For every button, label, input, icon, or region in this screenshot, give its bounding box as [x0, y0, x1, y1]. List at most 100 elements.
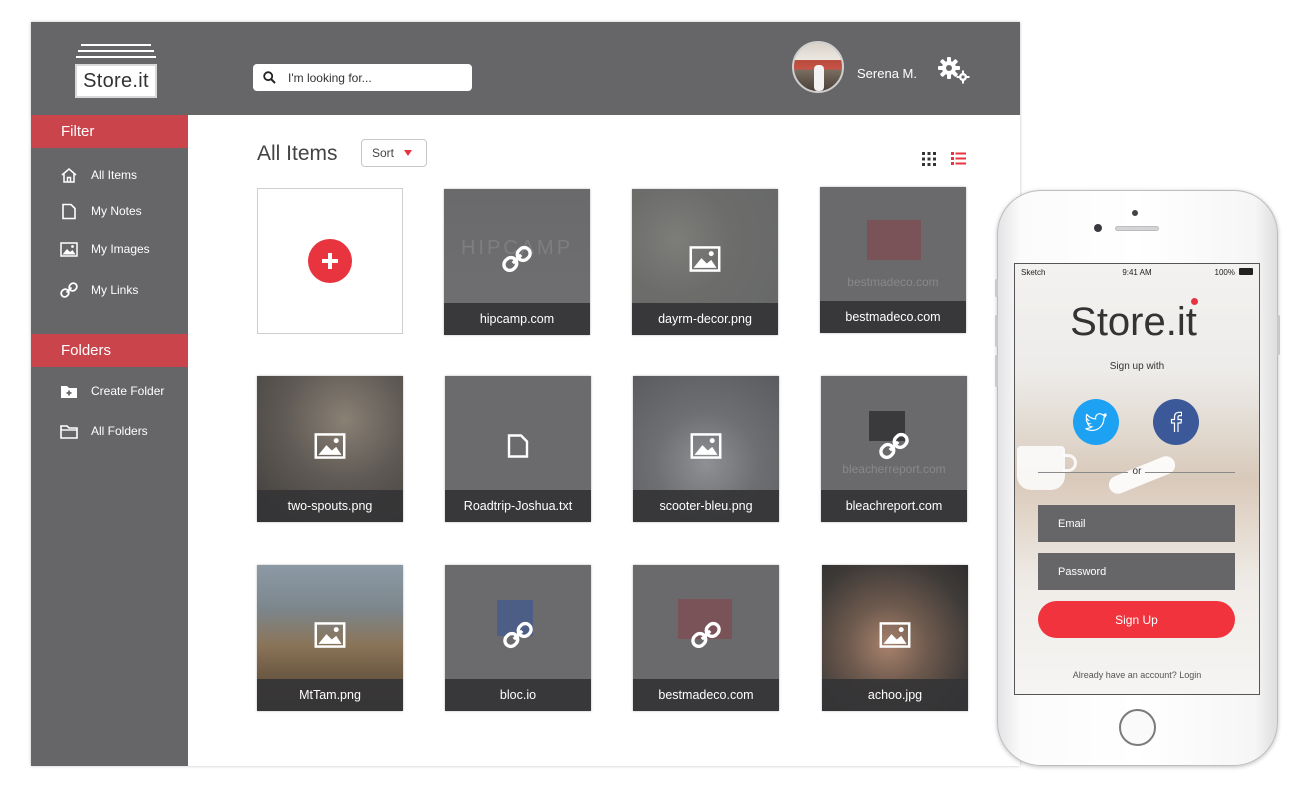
- item-tile[interactable]: HIPCAMP hipcamp.com: [444, 189, 590, 335]
- sidebar-item-label: All Items: [91, 168, 138, 182]
- divider-right: [1145, 472, 1235, 473]
- tile-caption: bestmadeco.com: [820, 301, 966, 333]
- add-button[interactable]: [308, 239, 352, 283]
- login-link[interactable]: Already have an account? Login: [1015, 670, 1259, 680]
- sort-dropdown[interactable]: Sort: [361, 139, 427, 167]
- password-field[interactable]: [1038, 553, 1235, 590]
- tile-thumbnail: [867, 220, 921, 260]
- sidebar-item-label: My Notes: [91, 204, 142, 218]
- item-tile[interactable]: achoo.jpg: [822, 565, 968, 711]
- phone-camera: [1094, 224, 1102, 232]
- twitter-icon: [1085, 413, 1107, 431]
- main-content: All Items Sort HIPCAMP hipcamp.com dayrm…: [188, 115, 1020, 766]
- logo-stack-line: [78, 50, 154, 52]
- tile-caption: bleachreport.com: [821, 490, 967, 522]
- image-icon: [689, 429, 723, 463]
- mobile-screen: Sketch 9:41 AM 100% Store.it Sign up wit…: [1014, 263, 1260, 695]
- battery-icon: [1239, 268, 1253, 275]
- mobile-logo-text: Store.it: [1070, 300, 1197, 344]
- logo-stack-line: [76, 56, 156, 58]
- gear-icon[interactable]: [937, 56, 971, 84]
- note-icon: [59, 201, 79, 221]
- sidebar-item-my-images[interactable]: My Images: [59, 237, 184, 261]
- folders-header: Folders: [31, 334, 188, 367]
- logo-box: Store.it: [75, 64, 157, 98]
- sidebar-item-all-items[interactable]: All Items: [59, 163, 184, 187]
- tile-caption: two-spouts.png: [257, 490, 403, 522]
- logo-text: Store.it: [83, 69, 149, 92]
- sidebar-item-label: My Images: [91, 242, 150, 256]
- tile-caption: scooter-bleu.png: [633, 490, 779, 522]
- note-icon: [501, 429, 535, 463]
- facebook-button[interactable]: [1153, 399, 1199, 445]
- sidebar-item-label: My Links: [91, 283, 139, 297]
- page-title: All Items: [257, 142, 338, 165]
- image-icon: [59, 239, 79, 259]
- email-field[interactable]: [1038, 505, 1235, 542]
- item-tile[interactable]: bloc.io: [445, 565, 591, 711]
- home-button[interactable]: [1119, 709, 1156, 746]
- home-icon: [59, 165, 79, 185]
- folder-icon: [59, 421, 79, 441]
- item-tile[interactable]: bestmadeco.com: [633, 565, 779, 711]
- tile-ghost-text: bestmadeco.com: [847, 275, 939, 289]
- top-bar: Store.it Serena M.: [31, 22, 1020, 115]
- sign-up-button[interactable]: Sign Up: [1038, 601, 1235, 638]
- phone-speaker: [1115, 226, 1159, 231]
- logo-stack-line: [81, 44, 151, 46]
- store-it-logo[interactable]: Store.it: [75, 44, 157, 98]
- avatar[interactable]: [792, 41, 844, 93]
- sidebar-item-label: Create Folder: [91, 384, 165, 398]
- search-icon: [263, 71, 276, 84]
- image-icon: [688, 242, 722, 276]
- tile-caption: Roadtrip-Joshua.txt: [445, 490, 591, 522]
- mobile-logo: Store.it: [1015, 298, 1259, 345]
- link-icon: [500, 242, 534, 276]
- phone-volume-down: [995, 355, 998, 387]
- link-icon: [877, 429, 911, 463]
- search-bar[interactable]: [253, 64, 472, 91]
- item-tile[interactable]: two-spouts.png: [257, 376, 403, 522]
- facebook-icon: [1170, 411, 1182, 432]
- image-icon: [313, 618, 347, 652]
- link-icon: [59, 280, 79, 300]
- tile-caption: bestmadeco.com: [633, 679, 779, 711]
- phone-volume-up: [995, 315, 998, 347]
- sidebar-item-all-folders[interactable]: All Folders: [59, 419, 184, 443]
- add-item-tile[interactable]: [257, 188, 403, 334]
- item-tile[interactable]: dayrm-decor.png: [632, 189, 778, 335]
- tile-caption: bloc.io: [445, 679, 591, 711]
- link-icon: [501, 618, 535, 652]
- folder-add-icon: [59, 381, 79, 401]
- phone-mockup: Sketch 9:41 AM 100% Store.it Sign up wit…: [995, 190, 1280, 766]
- grid-view-icon[interactable]: [922, 152, 936, 166]
- sidebar-item-my-links[interactable]: My Links: [59, 278, 184, 302]
- item-tile[interactable]: Roadtrip-Joshua.txt: [445, 376, 591, 522]
- item-tile[interactable]: MtTam.png: [257, 565, 403, 711]
- item-tile[interactable]: bleacherreport.com bleachreport.com: [821, 376, 967, 522]
- tile-caption: achoo.jpg: [822, 679, 968, 711]
- image-icon: [878, 618, 912, 652]
- search-input[interactable]: [288, 70, 458, 85]
- sidebar: Filter All Items My Notes My Images My L…: [31, 115, 188, 766]
- twitter-button[interactable]: [1073, 399, 1119, 445]
- tile-caption: MtTam.png: [257, 679, 403, 711]
- plus-icon: [322, 253, 338, 269]
- phone-power-button: [1277, 315, 1280, 355]
- sidebar-item-my-notes[interactable]: My Notes: [59, 199, 184, 223]
- tile-ghost-text: bleacherreport.com: [842, 462, 946, 476]
- phone-mute-switch: [995, 279, 998, 297]
- image-icon: [313, 429, 347, 463]
- item-tile[interactable]: bestmadeco.com bestmadeco.com: [820, 187, 966, 333]
- logo-dot: [1190, 298, 1198, 305]
- sidebar-item-create-folder[interactable]: Create Folder: [59, 379, 184, 403]
- user-name[interactable]: Serena M.: [857, 66, 917, 81]
- link-icon: [689, 618, 723, 652]
- tile-caption: hipcamp.com: [444, 303, 590, 335]
- desktop-app-window: Store.it Serena M.: [31, 22, 1020, 766]
- item-tile[interactable]: scooter-bleu.png: [633, 376, 779, 522]
- phone-sensor: [1132, 210, 1138, 216]
- tile-caption: dayrm-decor.png: [632, 303, 778, 335]
- list-view-icon[interactable]: [951, 151, 966, 166]
- caret-down-icon: [404, 150, 413, 156]
